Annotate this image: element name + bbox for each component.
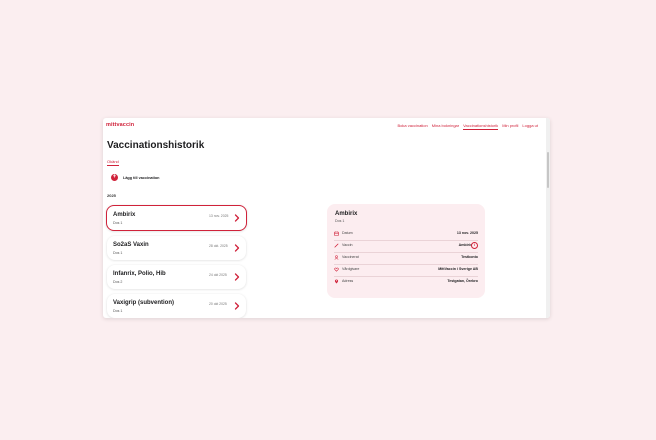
- detail-label: Adress: [342, 279, 354, 283]
- mittvaccin-logo[interactable]: mittvaccin: [106, 122, 134, 128]
- chevron-right-icon: [234, 302, 240, 310]
- tab-okand[interactable]: Okänd: [107, 159, 119, 166]
- detail-label: Datum: [342, 231, 353, 235]
- card-dose: Dos 1: [113, 309, 123, 313]
- card-name: Vaxigrip (subvention): [113, 300, 175, 306]
- detail-label: Vårdgivare: [342, 267, 360, 271]
- nav-links: Boka vaccination Mina bokningar Vaccinat…: [398, 123, 538, 130]
- detail-dose: Dos 1: [335, 219, 345, 223]
- chevron-right-icon: [234, 273, 240, 281]
- nav-logga-ut[interactable]: Logga ut: [522, 123, 538, 130]
- chevron-right-icon: [234, 214, 240, 222]
- detail-row-adress: Adress Testgatan, Örebro: [334, 276, 478, 288]
- card-dose: Dos 1: [113, 221, 123, 225]
- page-title: Vaccinationshistorik: [107, 140, 205, 151]
- vaccination-detail-panel: Ambirix Dos 1 Datum 13 nov. 2025 Vaccin …: [327, 204, 485, 298]
- add-vaccination-label: Lägg till vaccination: [123, 175, 160, 180]
- vaccination-card-infanrix[interactable]: Infanrix, Polio, Hib Dos 2 24 okt 2025: [107, 265, 246, 289]
- card-date: 24 okt 2025: [209, 273, 227, 277]
- scrollbar[interactable]: [546, 118, 550, 318]
- detail-value: MittVaccin i Sverige AB: [438, 267, 478, 271]
- card-date: 20 okt 2025: [209, 302, 227, 306]
- user-icon: [334, 255, 339, 260]
- calendar-icon: [334, 231, 339, 236]
- top-navigation: mittvaccin Boka vaccination Mina bokning…: [103, 118, 550, 134]
- vaccination-card-ambirix[interactable]: Ambirix Dos 1 13 nov. 2025: [106, 205, 247, 231]
- nav-min-profil[interactable]: Min profil: [502, 123, 518, 130]
- detail-value: Testkonto: [461, 255, 478, 259]
- card-date: 13 nov. 2025: [209, 214, 229, 218]
- add-vaccination-button[interactable]: + Lägg till vaccination: [111, 174, 160, 181]
- plus-icon: +: [111, 174, 118, 181]
- app-window: mittvaccin Boka vaccination Mina bokning…: [103, 118, 550, 318]
- card-name: So2aS Vaxin: [113, 242, 149, 248]
- card-dose: Dos 2: [113, 280, 123, 284]
- heart-icon: [334, 267, 339, 272]
- scrollbar-thumb[interactable]: [547, 152, 549, 188]
- detail-label: Vaccinerat: [342, 255, 359, 259]
- location-pin-icon: [334, 279, 339, 284]
- year-heading: 2025: [107, 193, 116, 198]
- detail-title: Ambirix: [335, 211, 358, 217]
- detail-value: Ambirix: [458, 243, 472, 247]
- card-name: Ambirix: [113, 212, 136, 218]
- chevron-right-icon: [234, 244, 240, 252]
- nav-vaccinationshistorik[interactable]: Vaccinationshistorik: [463, 123, 499, 130]
- nav-boka-vaccination[interactable]: Boka vaccination: [398, 123, 428, 130]
- card-name: Infanrix, Polio, Hib: [113, 271, 166, 277]
- card-dose: Dos 1: [113, 251, 123, 255]
- detail-value: Testgatan, Örebro: [447, 279, 478, 283]
- detail-value: 13 nov. 2025: [456, 231, 478, 235]
- info-icon[interactable]: i: [471, 242, 478, 249]
- card-date: 28 okt. 2025: [209, 244, 228, 248]
- detail-label: Vaccin: [342, 243, 353, 247]
- vaccination-card-so2as-vaxin[interactable]: So2aS Vaxin Dos 1 28 okt. 2025: [107, 236, 246, 260]
- nav-mina-bokningar[interactable]: Mina bokningar: [432, 123, 459, 130]
- vaccination-card-vaxigrip[interactable]: Vaxigrip (subvention) Dos 1 20 okt 2025: [107, 294, 246, 318]
- syringe-icon: [334, 243, 339, 248]
